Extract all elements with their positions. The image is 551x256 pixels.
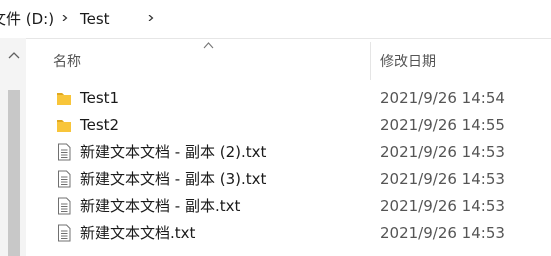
breadcrumb-drive[interactable]: 文件 (D:) xyxy=(0,9,54,29)
file-row[interactable]: 新建文本文档.txt 2021/9/26 14:53 xyxy=(26,220,551,247)
file-row[interactable]: 新建文本文档 - 副本 (3).txt 2021/9/26 14:53 xyxy=(26,166,551,193)
file-date-modified: 2021/9/26 14:53 xyxy=(380,170,505,188)
file-name[interactable]: 新建文本文档 - 副本 (2).txt xyxy=(80,143,266,162)
file-row[interactable]: 新建文本文档 - 副本.txt 2021/9/26 14:53 xyxy=(26,193,551,220)
file-date-modified: 2021/9/26 14:53 xyxy=(380,143,505,161)
navigation-pane-scrollbar[interactable] xyxy=(0,38,26,256)
folder-icon xyxy=(57,93,71,105)
chevron-right-icon[interactable] xyxy=(62,15,68,21)
file-date-modified: 2021/9/26 14:53 xyxy=(380,197,505,215)
file-name[interactable]: 新建文本文档 - 副本.txt xyxy=(80,197,240,216)
file-row[interactable]: Test2 2021/9/26 14:55 xyxy=(26,112,551,139)
text-file-icon xyxy=(58,197,71,215)
address-bar[interactable]: 文件 (D:) Test xyxy=(0,0,551,39)
scroll-up-arrow-icon[interactable] xyxy=(8,51,20,59)
file-date-modified: 2021/9/26 14:53 xyxy=(380,224,505,242)
file-date-modified: 2021/9/26 14:55 xyxy=(380,116,505,134)
breadcrumb-folder[interactable]: Test xyxy=(80,9,110,29)
sort-ascending-icon xyxy=(203,42,214,49)
file-name[interactable]: Test1 xyxy=(80,89,119,108)
file-explorer-window: 文件 (D:) Test 名称 修改日期 Test1 2021/9/26 14:… xyxy=(0,0,551,256)
file-row[interactable]: Test1 2021/9/26 14:54 xyxy=(26,85,551,112)
column-divider[interactable] xyxy=(370,42,371,80)
scrollbar-thumb[interactable] xyxy=(8,90,20,256)
file-date-modified: 2021/9/26 14:54 xyxy=(380,89,505,107)
column-header-date-modified[interactable]: 修改日期 xyxy=(380,51,436,71)
file-name[interactable]: 新建文本文档 - 副本 (3).txt xyxy=(80,170,266,189)
chevron-right-icon[interactable] xyxy=(148,15,154,21)
file-name[interactable]: Test2 xyxy=(80,116,119,135)
column-header-name[interactable]: 名称 xyxy=(53,51,81,71)
text-file-icon xyxy=(58,170,71,188)
file-row[interactable]: 新建文本文档 - 副本 (2).txt 2021/9/26 14:53 xyxy=(26,139,551,166)
folder-icon xyxy=(57,120,71,132)
text-file-icon xyxy=(58,143,71,161)
text-file-icon xyxy=(58,224,71,242)
file-name[interactable]: 新建文本文档.txt xyxy=(80,224,195,243)
